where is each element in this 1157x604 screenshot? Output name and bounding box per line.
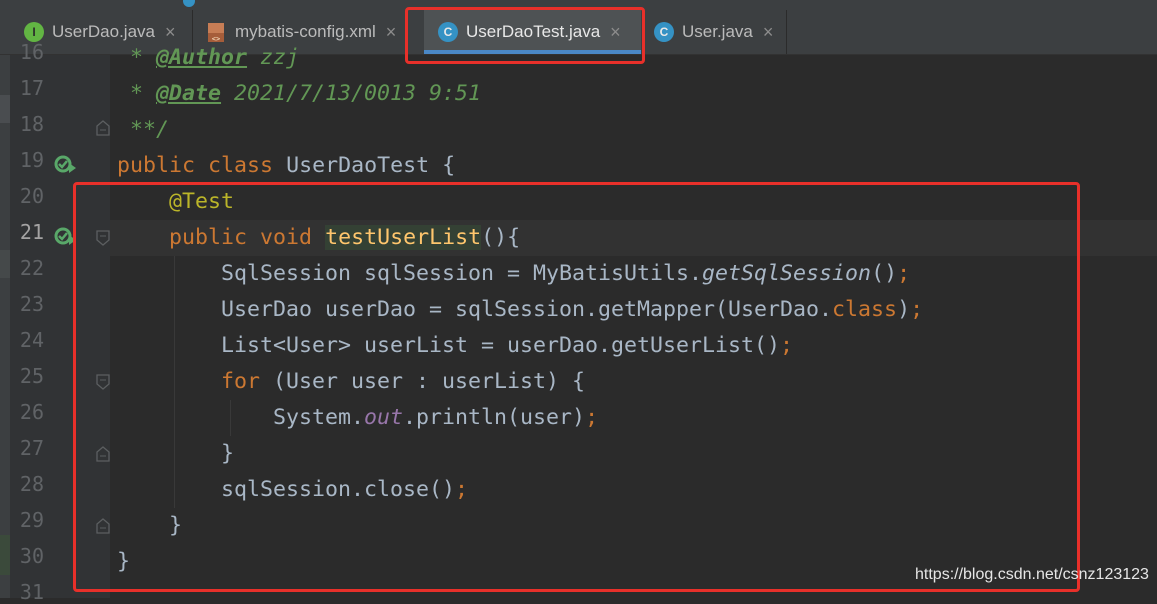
- line-number: 22: [19, 256, 44, 280]
- watermark: https://blog.csdn.net/csnz123123: [915, 566, 1149, 583]
- code-line-16: * @Author zzj: [117, 45, 300, 70]
- tool-window-strip: [0, 55, 10, 598]
- code-line-19: public class UserDaoTest {: [117, 153, 456, 178]
- line-number: 24: [19, 328, 44, 352]
- tab-label: mybatis-config.xml: [235, 22, 376, 41]
- code-line-18: **/: [117, 117, 170, 142]
- highlight-box-tab: [405, 7, 645, 64]
- code-line-17: * @Date 2021/7/13/0013 9:51: [117, 81, 482, 106]
- tab-user-java[interactable]: C User.java ×: [642, 10, 787, 54]
- class-icon: C: [654, 22, 674, 42]
- tab-label: User.java: [682, 22, 753, 41]
- line-number: 20: [19, 184, 44, 208]
- line-number: 26: [19, 400, 44, 424]
- run-test-icon[interactable]: [53, 154, 77, 176]
- interface-icon: I: [24, 22, 44, 42]
- line-number: 23: [19, 292, 44, 316]
- close-icon[interactable]: ×: [763, 22, 774, 43]
- highlight-box-code: [73, 182, 1080, 592]
- line-number: 29: [19, 508, 44, 532]
- line-number: 30: [19, 544, 44, 568]
- line-number: 17: [19, 76, 44, 100]
- close-icon[interactable]: ×: [386, 22, 397, 43]
- line-number: 27: [19, 436, 44, 460]
- class-icon: [183, 0, 195, 7]
- fold-marker-icon[interactable]: [96, 120, 110, 136]
- line-number: 19: [19, 148, 44, 172]
- line-number: 16: [19, 40, 44, 64]
- line-number: 31: [19, 580, 44, 604]
- line-number: 28: [19, 472, 44, 496]
- line-number: 25: [19, 364, 44, 388]
- line-number: 21: [19, 220, 44, 244]
- line-number: 18: [19, 112, 44, 136]
- tab-label: UserDao.java: [52, 22, 155, 41]
